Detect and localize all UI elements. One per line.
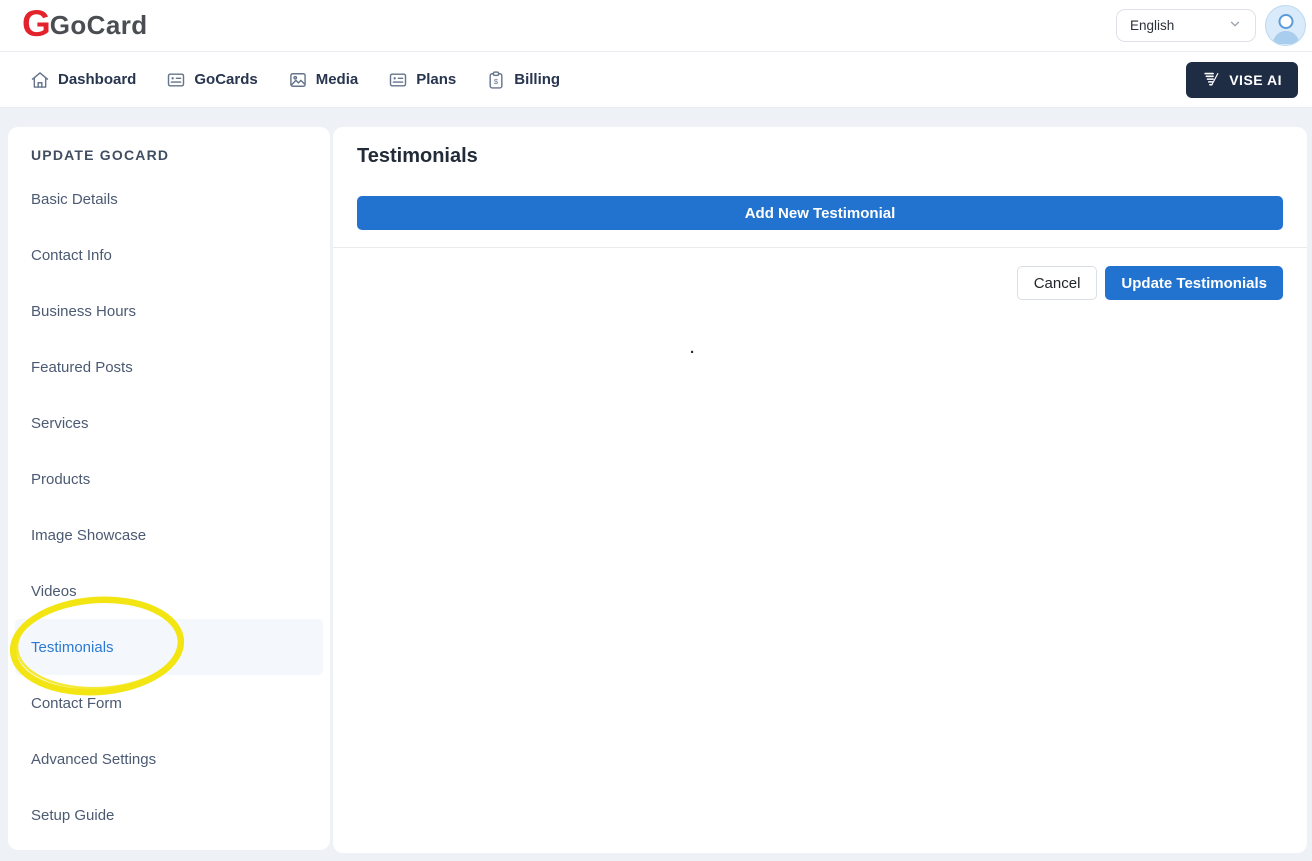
update-testimonials-button[interactable]: Update Testimonials bbox=[1105, 266, 1283, 300]
language-value: English bbox=[1130, 18, 1174, 33]
person-icon bbox=[1266, 6, 1306, 46]
nav-label: Dashboard bbox=[58, 71, 136, 88]
nav-item-plans[interactable]: Plans bbox=[388, 70, 456, 90]
image-icon bbox=[288, 70, 308, 90]
nav-item-media[interactable]: Media bbox=[288, 70, 359, 90]
update-gocard-sidebar: UPDATE GOCARD Basic Details Contact Info… bbox=[8, 127, 330, 850]
id-card-icon bbox=[388, 70, 408, 90]
sidebar-item-advanced-settings[interactable]: Advanced Settings bbox=[15, 731, 323, 787]
vise-ai-button[interactable]: VISE AI bbox=[1186, 62, 1298, 98]
header-right: English bbox=[1116, 5, 1306, 46]
testimonials-header-section: Testimonials Add New Testimonial bbox=[333, 127, 1307, 247]
sidebar-item-setup-guide[interactable]: Setup Guide bbox=[15, 787, 323, 843]
top-header: G GoCard English bbox=[0, 0, 1312, 52]
sidebar-item-image-showcase[interactable]: Image Showcase bbox=[15, 507, 323, 563]
brand-logo[interactable]: G GoCard bbox=[22, 7, 148, 44]
sidebar-item-services[interactable]: Services bbox=[15, 395, 323, 451]
testimonials-panel: Testimonials Add New Testimonial Cancel … bbox=[333, 127, 1307, 853]
billing-clipboard-icon: $ bbox=[486, 70, 506, 90]
id-card-icon bbox=[166, 70, 186, 90]
content-area: UPDATE GOCARD Basic Details Contact Info… bbox=[8, 127, 1307, 853]
sidebar-item-featured-posts[interactable]: Featured Posts bbox=[15, 339, 323, 395]
language-selector[interactable]: English bbox=[1116, 9, 1256, 42]
sidebar-item-testimonials[interactable]: Testimonials bbox=[15, 619, 323, 675]
nav-label: Media bbox=[316, 71, 359, 88]
nav-label: Plans bbox=[416, 71, 456, 88]
page: G GoCard English Dashboard bbox=[0, 0, 1312, 861]
svg-text:$: $ bbox=[494, 76, 499, 85]
cancel-button[interactable]: Cancel bbox=[1017, 266, 1098, 300]
home-icon bbox=[30, 70, 50, 90]
add-new-testimonial-button[interactable]: Add New Testimonial bbox=[357, 196, 1283, 230]
sidebar-item-contact-info[interactable]: Contact Info bbox=[15, 227, 323, 283]
sidebar-item-business-hours[interactable]: Business Hours bbox=[15, 283, 323, 339]
page-title: Testimonials bbox=[357, 145, 1283, 168]
main-navbar: Dashboard GoCards Media Plans $ Billing bbox=[0, 52, 1312, 108]
sidebar-item-basic-details[interactable]: Basic Details bbox=[15, 171, 323, 227]
sidebar-item-videos[interactable]: Videos bbox=[15, 563, 323, 619]
sidebar-item-products[interactable]: Products bbox=[15, 451, 323, 507]
user-avatar[interactable] bbox=[1265, 5, 1306, 46]
actions-row: Cancel Update Testimonials bbox=[333, 247, 1307, 318]
sidebar-item-contact-form[interactable]: Contact Form bbox=[15, 675, 323, 731]
nav-label: GoCards bbox=[194, 71, 257, 88]
nav-item-dashboard[interactable]: Dashboard bbox=[30, 70, 136, 90]
nav-label: Billing bbox=[514, 71, 560, 88]
vise-ai-icon bbox=[1202, 70, 1221, 89]
sidebar-heading: UPDATE GOCARD bbox=[8, 147, 330, 163]
nav-item-billing[interactable]: $ Billing bbox=[486, 70, 560, 90]
brand-name: GoCard bbox=[50, 10, 148, 41]
chevron-down-icon bbox=[1228, 17, 1242, 34]
stray-period-text: . bbox=[690, 340, 694, 357]
nav-item-gocards[interactable]: GoCards bbox=[166, 70, 257, 90]
brand-logo-icon: G bbox=[22, 5, 49, 42]
vise-ai-label: VISE AI bbox=[1229, 72, 1282, 88]
